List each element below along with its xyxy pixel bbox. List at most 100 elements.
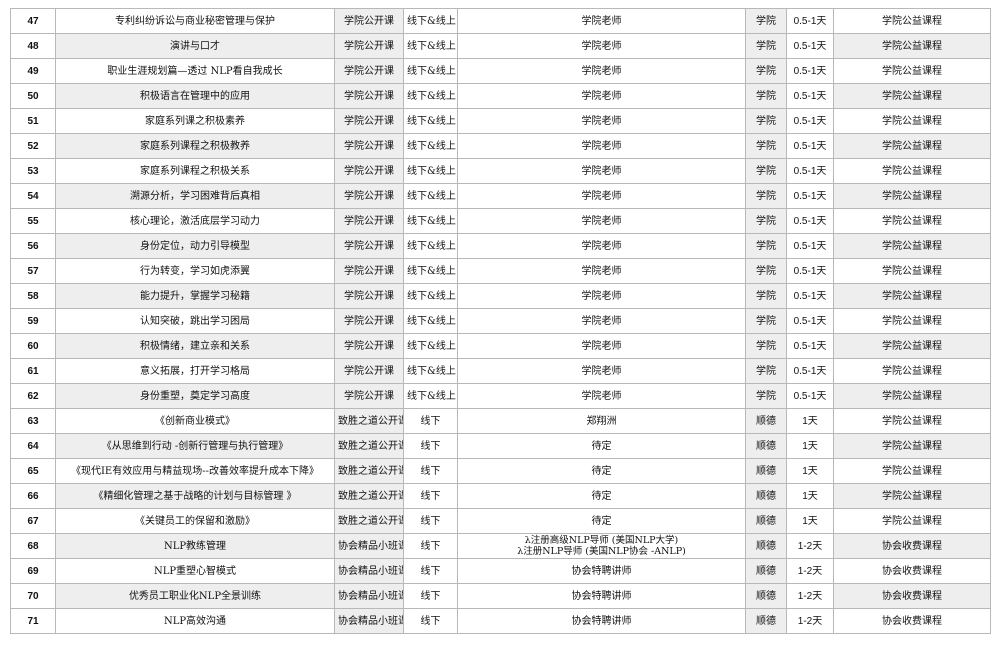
course-duration: 0.5-1天 <box>786 33 834 59</box>
course-number: 61 <box>10 358 56 384</box>
course-category: 学院公益课程 <box>833 458 991 484</box>
course-type: 学院公开课 <box>334 133 404 159</box>
course-number: 71 <box>10 608 56 634</box>
table-row: 67 《关键员工的保留和激励》 致胜之道公开课 线下 待定 顺德 1天 学院公益课程 <box>10 508 991 534</box>
course-number: 68 <box>10 533 56 559</box>
course-teacher: 待定 <box>457 483 746 509</box>
course-location: 学院 <box>745 108 787 134</box>
course-type: 学院公开课 <box>334 383 404 409</box>
course-name: NLP高效沟通 <box>55 608 335 634</box>
course-duration: 0.5-1天 <box>786 308 834 334</box>
course-type: 学院公开课 <box>334 183 404 209</box>
table-row: 58 能力提升，掌握学习秘籍 学院公开课 线下&线上 学院老师 学院 0.5-1天 学院公益课… <box>10 283 991 309</box>
course-number: 66 <box>10 483 56 509</box>
course-category: 学院公益课程 <box>833 158 991 184</box>
teacher-line: 学院老师 <box>581 40 622 52</box>
course-duration: 0.5-1天 <box>786 8 834 34</box>
course-name: 认知突破，跳出学习困局 <box>55 308 335 334</box>
course-category: 学院公益课程 <box>833 83 991 109</box>
course-teacher: λ注册高级NLP导师 (美国NLP大学) λ注册NLP导师 (美国NLP协会 -A… <box>457 533 746 559</box>
course-category: 学院公益课程 <box>833 308 991 334</box>
course-name: 《从思维到行动 -创新行管理与执行管理》 <box>55 433 335 459</box>
teacher-line: 协会特聘讲师 <box>571 615 632 627</box>
course-category: 学院公益课程 <box>833 58 991 84</box>
course-teacher: 协会特聘讲师 <box>457 558 746 584</box>
course-type: 学院公开课 <box>334 8 404 34</box>
course-type: 致胜之道公开课 <box>334 433 404 459</box>
table-row: 68 NLP教练管理 协会精品小班课 线下 λ注册高级NLP导师 (美国NLP大学) λ注… <box>10 533 991 559</box>
table-row: 57 行为转变，学习如虎添翼 学院公开课 线下&线上 学院老师 学院 0.5-1天 学院公益课… <box>10 258 991 284</box>
course-number: 49 <box>10 58 56 84</box>
table-row: 63 《创新商业模式》 致胜之道公开课 线下 郑翔洲 顺德 1天 学院公益课程 <box>10 408 991 434</box>
course-duration: 0.5-1天 <box>786 83 834 109</box>
course-type: 学院公开课 <box>334 58 404 84</box>
course-location: 顺德 <box>745 608 787 634</box>
course-mode: 线下 <box>403 608 458 634</box>
teacher-line: 学院老师 <box>581 165 622 177</box>
course-location: 顺德 <box>745 433 787 459</box>
table-row: 54 溯源分析，学习困难背后真相 学院公开课 线下&线上 学院老师 学院 0.5-1天 学院公… <box>10 183 991 209</box>
table-row: 69 NLP重塑心智模式 协会精品小班课 线下 协会特聘讲师 顺德 1-2天 协会收费课程 <box>10 558 991 584</box>
course-duration: 1-2天 <box>786 608 834 634</box>
course-number: 70 <box>10 583 56 609</box>
course-location: 学院 <box>745 33 787 59</box>
course-category: 协会收费课程 <box>833 583 991 609</box>
teacher-line: 学院老师 <box>581 340 622 352</box>
course-type: 致胜之道公开课 <box>334 408 404 434</box>
teacher-line: λ注册高级NLP导师 (美国NLP大学) <box>524 535 679 546</box>
course-type: 学院公开课 <box>334 108 404 134</box>
course-mode: 线下 <box>403 558 458 584</box>
course-type: 学院公开课 <box>334 358 404 384</box>
course-type: 学院公开课 <box>334 83 404 109</box>
course-category: 学院公益课程 <box>833 258 991 284</box>
course-location: 学院 <box>745 133 787 159</box>
course-location: 顺德 <box>745 458 787 484</box>
course-category: 学院公益课程 <box>833 483 991 509</box>
course-teacher: 学院老师 <box>457 58 746 84</box>
course-category: 协会收费课程 <box>833 558 991 584</box>
table-row: 60 积极情绪，建立亲和关系 学院公开课 线下&线上 学院老师 学院 0.5-1天 学院公益课… <box>10 333 991 359</box>
course-mode: 线下&线上 <box>403 108 458 134</box>
course-teacher: 学院老师 <box>457 183 746 209</box>
course-mode: 线下 <box>403 458 458 484</box>
teacher-line: 学院老师 <box>581 290 622 302</box>
course-duration: 0.5-1天 <box>786 108 834 134</box>
course-type: 学院公开课 <box>334 258 404 284</box>
course-category: 学院公益课程 <box>833 108 991 134</box>
course-number: 67 <box>10 508 56 534</box>
course-teacher: 学院老师 <box>457 33 746 59</box>
course-mode: 线下 <box>403 508 458 534</box>
course-teacher: 郑翔洲 <box>457 408 746 434</box>
course-duration: 0.5-1天 <box>786 333 834 359</box>
course-mode: 线下&线上 <box>403 58 458 84</box>
course-location: 顺德 <box>745 483 787 509</box>
table-row: 61 意义拓展，打开学习格局 学院公开课 线下&线上 学院老师 学院 0.5-1天 学院公益课… <box>10 358 991 384</box>
course-teacher: 学院老师 <box>457 233 746 259</box>
course-duration: 0.5-1天 <box>786 383 834 409</box>
course-category: 学院公益课程 <box>833 508 991 534</box>
course-duration: 1-2天 <box>786 533 834 559</box>
course-mode: 线下&线上 <box>403 133 458 159</box>
course-number: 69 <box>10 558 56 584</box>
course-type: 协会精品小班课 <box>334 558 404 584</box>
course-category: 协会收费课程 <box>833 608 991 634</box>
course-teacher: 学院老师 <box>457 8 746 34</box>
course-name: 《关键员工的保留和激励》 <box>55 508 335 534</box>
teacher-line: 学院老师 <box>581 240 622 252</box>
course-mode: 线下&线上 <box>403 83 458 109</box>
course-name: 能力提升，掌握学习秘籍 <box>55 283 335 309</box>
teacher-line: 学院老师 <box>581 90 622 102</box>
course-type: 致胜之道公开课 <box>334 458 404 484</box>
course-number: 64 <box>10 433 56 459</box>
course-name: 积极语言在管理中的应用 <box>55 83 335 109</box>
course-teacher: 学院老师 <box>457 283 746 309</box>
course-location: 学院 <box>745 183 787 209</box>
course-duration: 1天 <box>786 458 834 484</box>
course-teacher: 协会特聘讲师 <box>457 583 746 609</box>
course-mode: 线下&线上 <box>403 33 458 59</box>
course-type: 学院公开课 <box>334 283 404 309</box>
course-name: 家庭系列课之积极素养 <box>55 108 335 134</box>
course-number: 58 <box>10 283 56 309</box>
course-location: 学院 <box>745 358 787 384</box>
course-category: 学院公益课程 <box>833 433 991 459</box>
